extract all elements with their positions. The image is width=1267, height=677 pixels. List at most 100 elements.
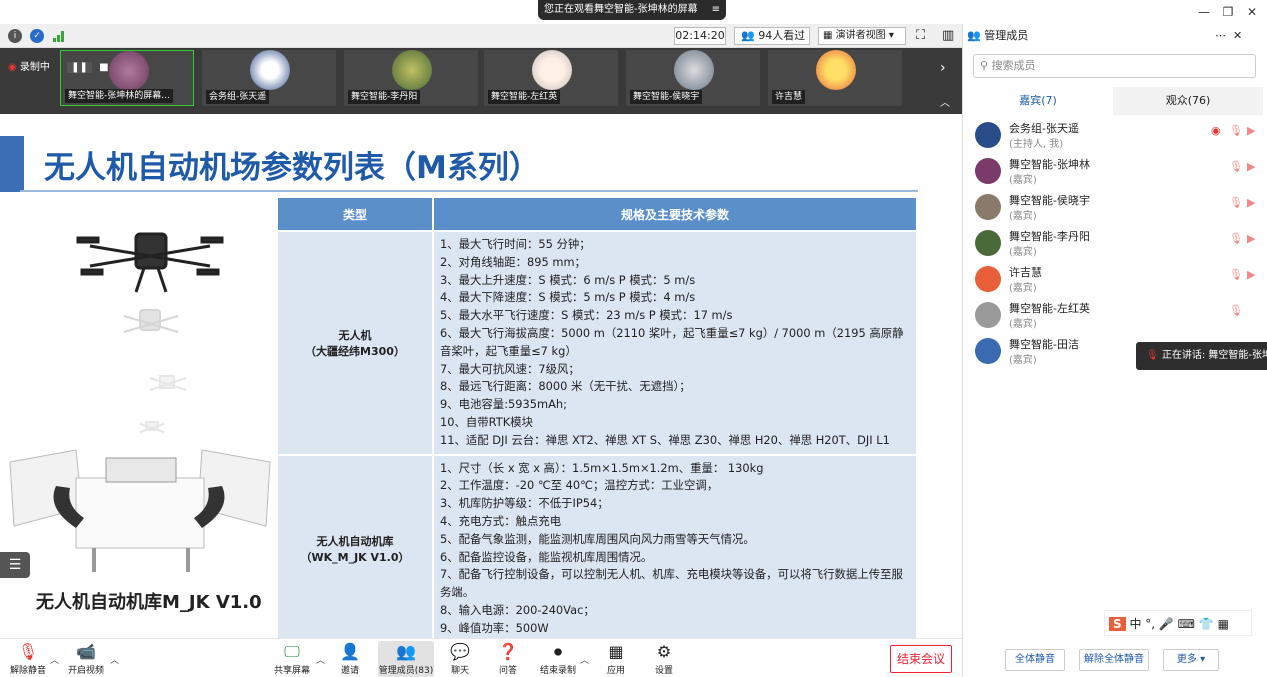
slide-menu-icon[interactable]: ☰ xyxy=(0,552,30,578)
video-tile[interactable]: 舞空智能-李丹阳 xyxy=(344,50,478,106)
info-icon[interactable]: i xyxy=(8,29,22,43)
chevron-up-icon[interactable]: ︿ xyxy=(110,653,119,666)
viewers-label: 94人看过 xyxy=(758,29,806,42)
list-item[interactable]: 舞空智能-李丹阳 (嘉宾) 🎙 ▶ xyxy=(975,228,1265,264)
chat-label: 聊天 xyxy=(450,666,469,676)
list-item[interactable]: 舞空智能-张坤林 (嘉宾) 🎙 ▶ xyxy=(975,156,1265,192)
video-tile[interactable]: 许吉慧 xyxy=(768,50,902,106)
manage-members-button[interactable]: 👥 管理成员(83) xyxy=(378,641,434,677)
more-icon[interactable]: ⋯ xyxy=(1215,24,1226,48)
participant-avatar xyxy=(674,50,714,90)
mic-muted-icon[interactable]: 🎙 xyxy=(1229,268,1243,281)
stop-record-label: 结束录制 xyxy=(539,666,576,676)
viewers-count[interactable]: 👥 94人看过 xyxy=(734,27,810,45)
list-item[interactable]: 舞空智能-左红英 (嘉宾) 🎙 xyxy=(975,300,1265,336)
list-item[interactable]: 许吉慧 (嘉宾) 🎙 ▶ xyxy=(975,264,1265,300)
search-icon: ⚲ xyxy=(980,59,992,72)
chevron-right-icon[interactable]: › xyxy=(940,60,946,76)
apps-button[interactable]: ▦ 应用 xyxy=(590,641,642,677)
spec-line: 5、最大水平飞行速度：S 模式：23 m/s P 模式：17 m/s xyxy=(440,308,733,323)
participant-avatar xyxy=(250,50,290,90)
stop-icon[interactable]: ■ xyxy=(99,62,108,73)
spec-line: 9、电池容量:5935mAh; xyxy=(440,397,567,412)
sogou-logo-icon: S xyxy=(1109,617,1126,631)
tile-name: 舞空智能-侯晓宇 xyxy=(630,90,703,104)
mic-muted-icon[interactable]: 🎙 xyxy=(1229,196,1243,209)
pause-icon[interactable]: ❚❚ xyxy=(67,62,92,73)
restore-button[interactable]: ❐ xyxy=(1218,2,1238,22)
tab-guests[interactable]: 嘉宾(7) xyxy=(963,87,1113,115)
camera-off-icon[interactable]: ▶ xyxy=(1247,124,1255,137)
camera-off-icon[interactable]: ▶ xyxy=(1247,196,1255,209)
list-item[interactable]: 会务组-张天遥 (主持人, 我) 🎙 ▶ ◉ xyxy=(975,120,1265,156)
speaking-indicator: 🎙 正在讲话: 舞空智能-张坤林 xyxy=(1136,342,1267,370)
apps-label: 应用 xyxy=(606,666,625,676)
signal-strength-icon[interactable] xyxy=(52,29,66,43)
ime-toolbar[interactable]: S 中 °, 🎤 ⌨ 👕 ▦ xyxy=(1104,610,1252,636)
stop-record-button[interactable]: ⏺ 结束录制 xyxy=(532,641,584,677)
share-options-icon[interactable]: ≡ xyxy=(712,0,720,20)
spec-line: 7、配备飞行控制设备，可以控制无人机、机库、充电模块等设备，可以将飞行数据上传至… xyxy=(440,567,903,600)
avatar xyxy=(975,338,1001,364)
start-video-button[interactable]: 📹 开启视频 xyxy=(60,641,112,677)
member-search-input[interactable]: ⚲ 搜索成员 xyxy=(973,54,1256,78)
video-strip: 舞空智能-张坤林的屏幕... 会务组-张天遥 舞空智能-李丹阳 舞空智能-左红英… xyxy=(0,48,962,114)
mute-all-button[interactable]: 全体静音 xyxy=(1005,649,1065,671)
minimize-button[interactable]: — xyxy=(1194,2,1214,22)
panel-toggle-icon[interactable]: ▥ xyxy=(942,28,954,43)
member-name: 舞空智能-侯晓宇 xyxy=(1009,194,1090,207)
qa-button[interactable]: ❓ 问答 xyxy=(482,641,534,677)
tile-name: 舞空智能-左红英 xyxy=(488,90,561,104)
spec-line: 7、最大可抗风速：7级风； xyxy=(440,361,580,376)
apps-grid-icon: ▦ xyxy=(608,642,624,661)
avatar xyxy=(975,302,1001,328)
end-meeting-button[interactable]: 结束会议 xyxy=(890,645,952,673)
avatar xyxy=(975,230,1001,256)
member-role: (嘉宾) xyxy=(1009,283,1037,294)
security-shield-icon[interactable]: ✓ xyxy=(30,29,44,43)
video-tile[interactable]: 舞空智能-左红英 xyxy=(484,50,618,106)
member-name: 舞空智能-田洁 xyxy=(1009,338,1079,351)
chevron-up-icon[interactable]: ︿ xyxy=(940,94,950,109)
member-role: (嘉宾) xyxy=(1009,211,1037,222)
record-stop-icon: ⏺ xyxy=(553,642,562,661)
mic-muted-icon[interactable]: 🎙 xyxy=(1229,124,1243,137)
mic-muted-icon: 🎙 xyxy=(17,642,39,661)
bottom-toolbar: 🎙 解除静音 ︿ 📹 开启视频 ︿ 🖵 共享屏幕 ︿ 👤 邀请 👥 管理成员(8… xyxy=(0,638,962,677)
share-screen-icon: 🖵 xyxy=(284,642,300,661)
invite-button[interactable]: 👤 邀请 xyxy=(324,641,376,677)
spec-line: 3、机库防护等级：不低于IP54； xyxy=(440,496,609,511)
close-icon[interactable]: ✕ xyxy=(1233,24,1242,48)
list-item[interactable]: 舞空智能-侯晓宇 (嘉宾) 🎙 ▶ xyxy=(975,192,1265,228)
more-button[interactable]: 更多 ▾ xyxy=(1163,649,1219,671)
unmute-all-button[interactable]: 解除全体静音 xyxy=(1079,649,1149,671)
screen-share-notice[interactable]: 您正在观看舞空智能-张坤林的屏幕 ≡ xyxy=(538,0,726,20)
invite-label: 邀请 xyxy=(340,666,359,676)
unmute-button[interactable]: 🎙 解除静音 xyxy=(2,641,54,677)
spec-line: 8、输入电源：200-240Vac； xyxy=(440,602,595,617)
chat-button[interactable]: 💬 聊天 xyxy=(434,641,486,677)
record-icon: ◉ xyxy=(1211,124,1221,137)
view-mode-select[interactable]: ▦ 演讲者视图 ▾ xyxy=(818,27,906,45)
video-tile[interactable]: 会务组-张天遥 xyxy=(202,50,336,106)
close-button[interactable]: ✕ xyxy=(1242,2,1262,22)
camera-off-icon[interactable]: ▶ xyxy=(1247,160,1255,173)
mic-muted-icon[interactable]: 🎙 xyxy=(1229,304,1243,317)
share-screen-button[interactable]: 🖵 共享屏幕 xyxy=(266,641,318,677)
mic-muted-icon[interactable]: 🎙 xyxy=(1229,232,1243,245)
settings-button[interactable]: ⚙ 设置 xyxy=(638,641,690,677)
camera-off-icon[interactable]: ▶ xyxy=(1247,232,1255,245)
camera-off-icon[interactable]: ▶ xyxy=(1247,268,1255,281)
spec-line: 1、尺寸（长 x 宽 x 高）：1.5m×1.5m×1.2m、重量： 130kg xyxy=(440,460,764,475)
fullscreen-icon[interactable]: ⛶ xyxy=(916,28,925,43)
video-tile[interactable]: 舞空智能-侯晓宇 xyxy=(626,50,760,106)
panel-title: 管理成员 xyxy=(984,29,1029,42)
mic-muted-icon[interactable]: 🎙 xyxy=(1229,160,1243,173)
gear-icon: ⚙ xyxy=(656,642,672,661)
ime-label: 中 °, 🎤 ⌨ 👕 ▦ xyxy=(1129,617,1229,631)
tab-audience[interactable]: 观众(76) xyxy=(1113,87,1263,115)
shared-slide: 无人机自动机场参数列表（M系列） 无人机自动机库M_JK V1.0 ☰ 类型 规… xyxy=(0,114,962,638)
spec-line: 4、充电方式：触点充电 xyxy=(440,513,562,528)
chevron-up-icon[interactable]: ︿ xyxy=(580,653,589,666)
chevron-up-icon[interactable]: ︿ xyxy=(50,653,59,666)
